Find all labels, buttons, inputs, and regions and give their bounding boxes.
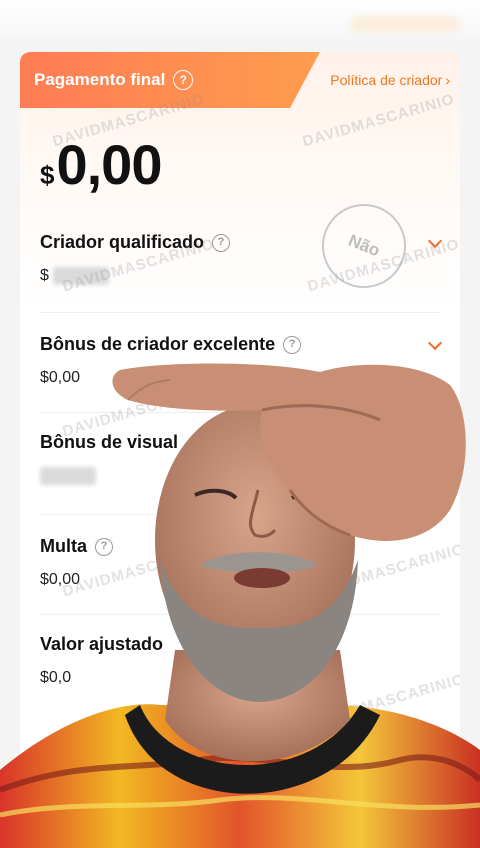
help-icon[interactable]: ?	[173, 70, 194, 90]
row-adjusted-value[interactable]: Valor ajustado $0,0	[40, 634, 440, 687]
divider	[40, 514, 440, 515]
top-strip	[0, 0, 480, 40]
payment-card: Pagamento final ? Política de criador › …	[20, 52, 460, 812]
currency-symbol: $	[40, 160, 55, 190]
watermark: DAVIDMASCARINIO	[60, 690, 217, 751]
row-value: $0,0	[40, 669, 72, 686]
row-label-text: Multa	[40, 536, 87, 556]
page-title-text: Pagamento final	[34, 70, 166, 89]
row-label-text: Bônus de criador excelente	[40, 334, 276, 354]
row-value-text: $	[40, 267, 49, 285]
row-label: Bônus de visual	[40, 432, 440, 453]
creator-policy-link[interactable]: Política de criador ›	[330, 72, 450, 88]
creator-policy-label: Política de criador	[330, 72, 443, 88]
row-label: Criador qualificado ?	[40, 232, 440, 253]
row-label: Valor ajustado	[40, 634, 440, 655]
row-label-text: Bônus de visual	[40, 432, 179, 452]
row-value	[40, 467, 440, 485]
chevron-right-icon: ›	[445, 72, 450, 88]
row-label: Multa ?	[40, 536, 440, 557]
blurred-top-element	[350, 16, 460, 32]
row-excellent-creator-bonus[interactable]: Bônus de criador excelente ? $0,00	[40, 334, 443, 387]
divider	[40, 614, 440, 615]
row-label-text: Valor ajustado	[40, 634, 164, 654]
row-value: $0,00	[40, 369, 81, 386]
help-icon[interactable]: ?	[283, 335, 302, 354]
page-title: Pagamento final ?	[34, 70, 194, 90]
row-label: Bônus de criador excelente ?	[40, 334, 440, 355]
row-view-bonus[interactable]: Bônus de visual	[40, 432, 440, 485]
divider	[40, 312, 440, 313]
help-icon[interactable]: ?	[95, 537, 113, 556]
blurred-value	[40, 467, 96, 485]
